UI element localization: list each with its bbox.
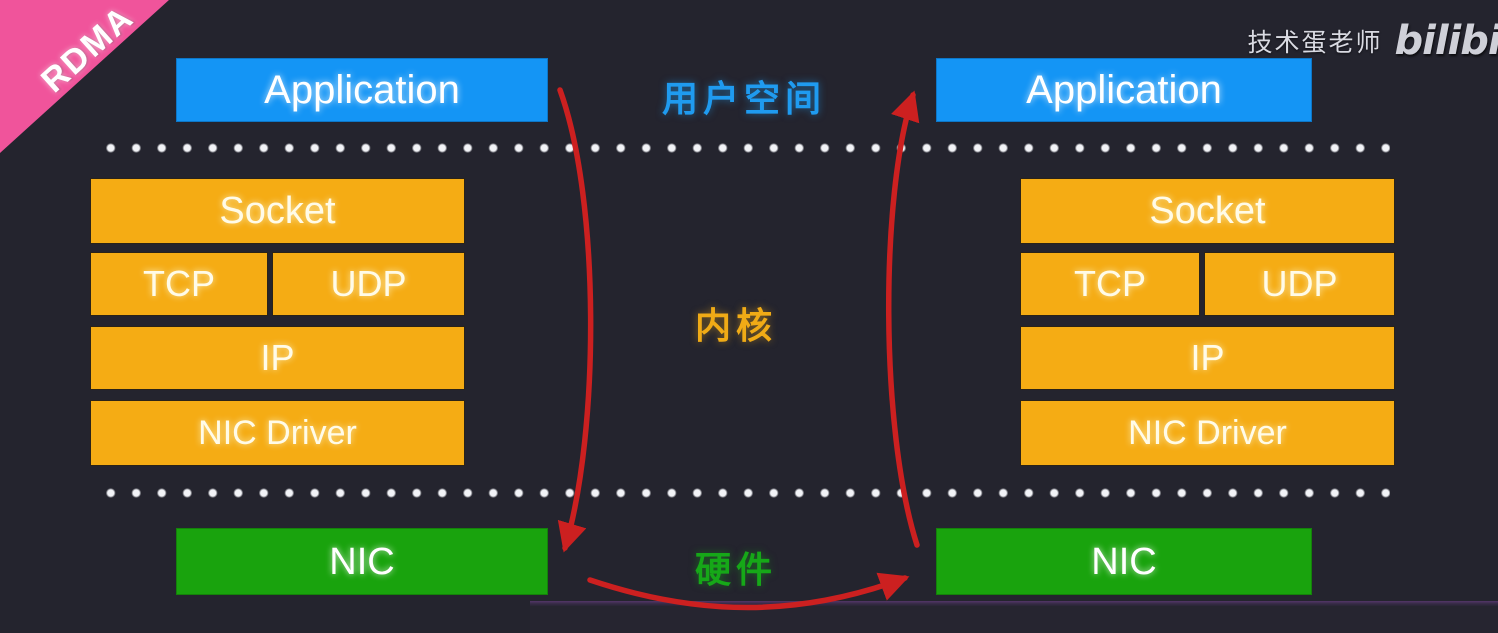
user-kernel-boundary-dotted-line bbox=[98, 143, 1390, 153]
left-udp-box[interactable]: UDP bbox=[272, 252, 465, 316]
right-nic-label: NIC bbox=[1091, 540, 1157, 583]
diagram-canvas: RDMA 技术蛋老师 bilibili Application Socket T… bbox=[0, 0, 1498, 633]
arrow-left-app-to-nic bbox=[557, 87, 594, 553]
ribbon-triangle bbox=[0, 0, 180, 162]
ribbon-label: RDMA bbox=[34, 0, 142, 101]
right-udp-label: UDP bbox=[1261, 263, 1338, 304]
right-nic-driver-box[interactable]: NIC Driver bbox=[1020, 400, 1395, 466]
right-application-label: Application bbox=[1026, 68, 1222, 112]
watermark-author: 技术蛋老师 bbox=[1247, 28, 1383, 57]
left-socket-box[interactable]: Socket bbox=[90, 178, 465, 244]
right-socket-box[interactable]: Socket bbox=[1020, 178, 1395, 244]
left-udp-label: UDP bbox=[330, 263, 407, 304]
right-ip-label: IP bbox=[1190, 337, 1225, 378]
left-nic-driver-box[interactable]: NIC Driver bbox=[90, 400, 465, 466]
bottom-letterbox-bar bbox=[530, 606, 1498, 633]
kernel-caption: 内核 bbox=[695, 306, 778, 347]
left-nic-label: NIC bbox=[329, 540, 395, 583]
right-tcp-box[interactable]: TCP bbox=[1020, 252, 1200, 316]
user-space-caption: 用户空间 bbox=[662, 79, 827, 120]
left-tcp-box[interactable]: TCP bbox=[90, 252, 268, 316]
arrow-right-nic-to-app bbox=[886, 90, 920, 548]
left-tcp-label: TCP bbox=[143, 263, 215, 304]
left-socket-label: Socket bbox=[219, 190, 336, 232]
right-nic-driver-label: NIC Driver bbox=[1128, 414, 1287, 452]
left-application-box[interactable]: Application bbox=[176, 58, 548, 122]
right-udp-box[interactable]: UDP bbox=[1204, 252, 1395, 316]
right-nic-box[interactable]: NIC bbox=[936, 528, 1312, 595]
left-nic-driver-label: NIC Driver bbox=[198, 414, 357, 452]
right-application-box[interactable]: Application bbox=[936, 58, 1312, 122]
right-socket-label: Socket bbox=[1149, 190, 1266, 232]
kernel-hardware-boundary-dotted-line bbox=[98, 488, 1390, 498]
left-nic-box[interactable]: NIC bbox=[176, 528, 548, 595]
right-tcp-label: TCP bbox=[1074, 263, 1146, 304]
left-application-label: Application bbox=[264, 68, 460, 112]
right-ip-box[interactable]: IP bbox=[1020, 326, 1395, 390]
left-ip-box[interactable]: IP bbox=[90, 326, 465, 390]
bilibili-logo: bilibili bbox=[1394, 18, 1498, 64]
left-ip-label: IP bbox=[260, 337, 295, 378]
hardware-caption: 硬件 bbox=[695, 550, 778, 591]
